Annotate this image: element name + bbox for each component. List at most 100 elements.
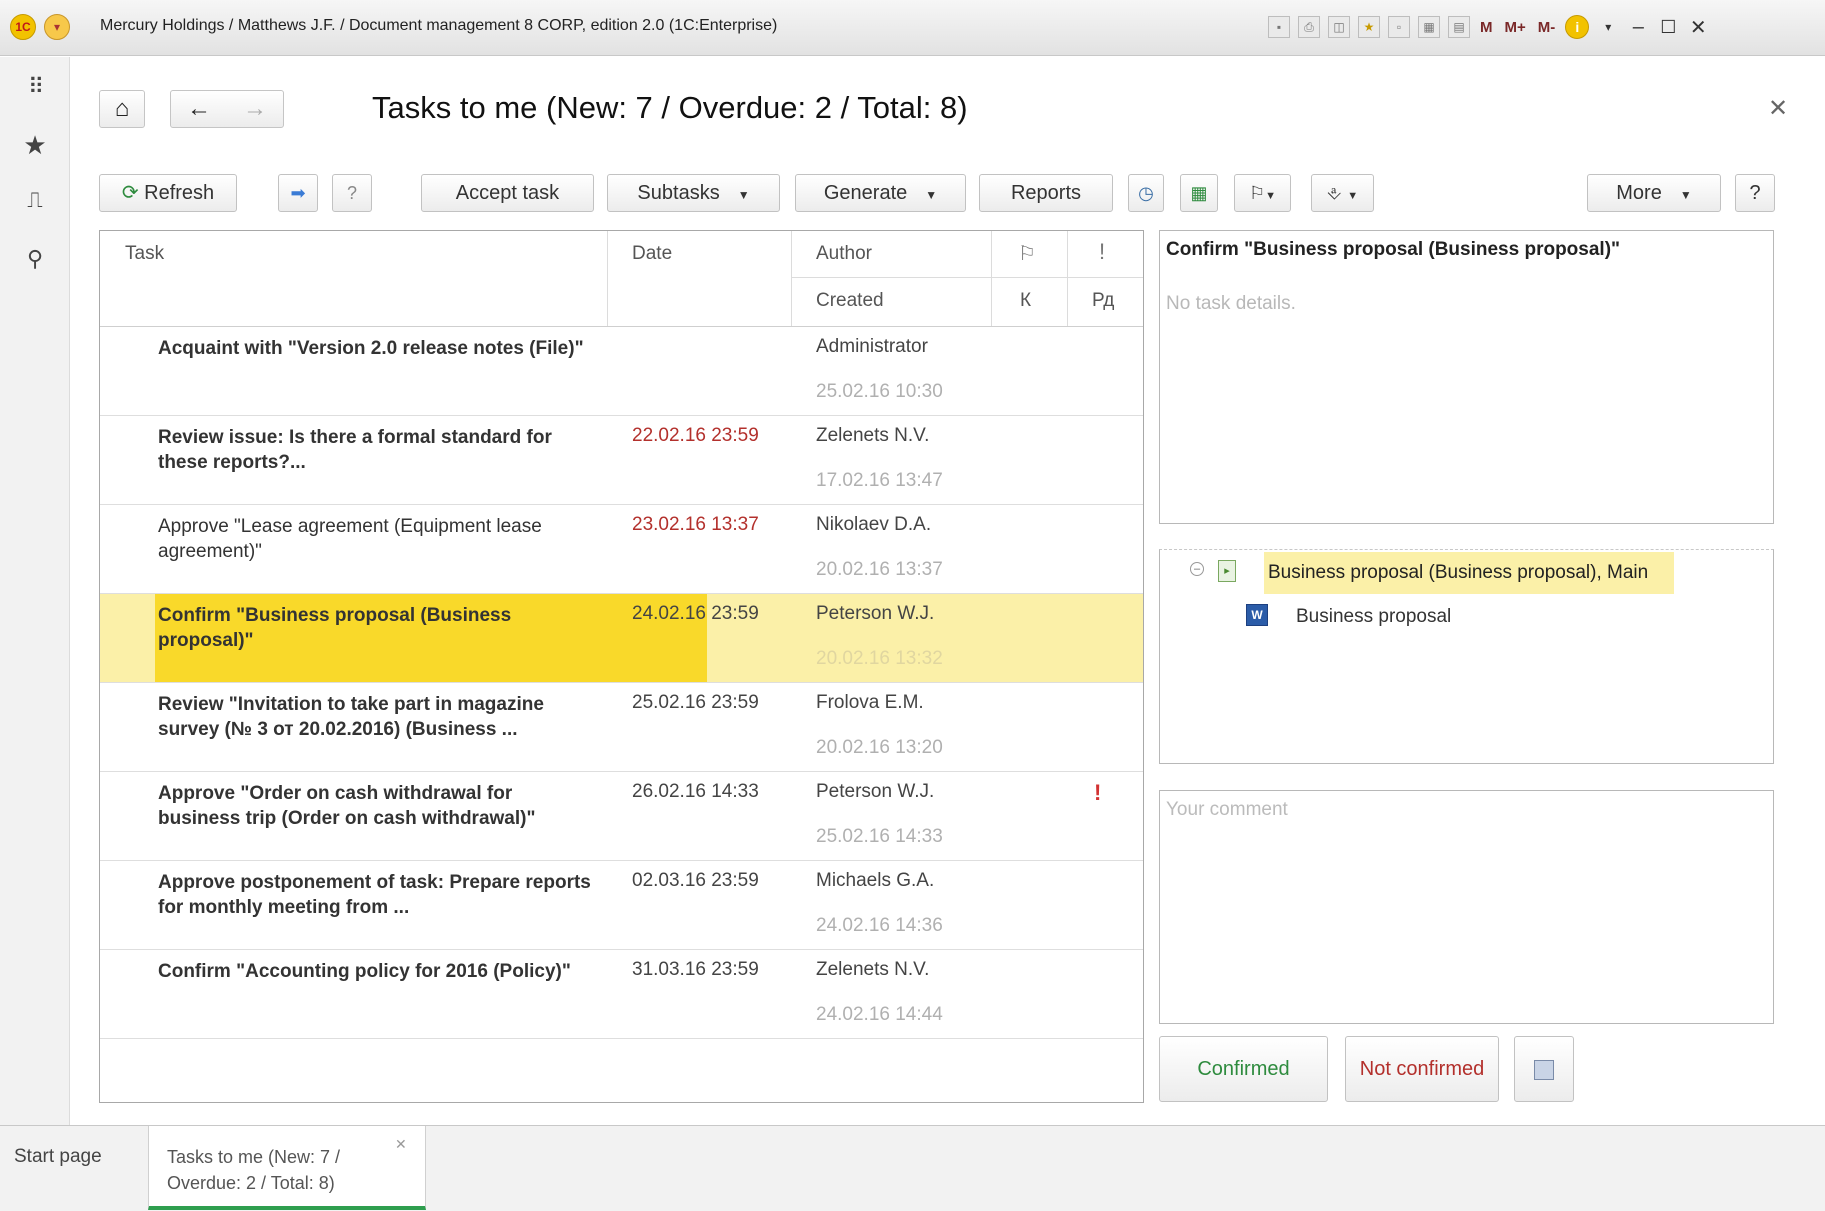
task-author: Zelenets N.V.: [816, 425, 930, 446]
sections-panel: ⠿ ★ ⎍ ⚲: [0, 57, 70, 1125]
preview-icon[interactable]: ◫: [1328, 16, 1350, 38]
task-date: 22.02.16 23:59: [632, 425, 759, 446]
collapse-icon[interactable]: –: [1190, 562, 1204, 576]
info-dropdown-icon[interactable]: ▾: [1597, 20, 1619, 34]
more-button[interactable]: More ▼: [1587, 174, 1721, 212]
all-functions-icon[interactable]: ⠿: [18, 70, 52, 104]
column-header-date[interactable]: Date: [632, 243, 672, 265]
task-author: Peterson W.J.: [816, 781, 935, 802]
save-icon[interactable]: ▪: [1268, 16, 1290, 38]
attachments-tree[interactable]: – ▸ Business proposal (Business proposal…: [1159, 549, 1774, 764]
column-header-author[interactable]: Author: [816, 243, 872, 265]
excel-button[interactable]: ▦: [1180, 174, 1218, 212]
document-icon: ▸: [1218, 560, 1236, 582]
column-header-task[interactable]: Task: [125, 243, 164, 265]
column-header-flag-icon[interactable]: ⚐: [1018, 241, 1036, 266]
history-icon[interactable]: ⎍: [18, 183, 52, 217]
form-close-icon[interactable]: ✕: [1768, 94, 1788, 123]
favorites-icon[interactable]: ★: [1358, 16, 1380, 38]
table-row[interactable]: Confirm "Accounting policy for 2016 (Pol…: [100, 950, 1143, 1039]
tab-start-page[interactable]: Start page: [14, 1146, 102, 1168]
clock-icon: ◷: [1138, 183, 1154, 203]
table-row[interactable]: Approve postponement of task: Prepare re…: [100, 861, 1143, 950]
calendar-icon[interactable]: ▤: [1448, 16, 1470, 38]
column-header-k[interactable]: К: [1020, 290, 1031, 312]
accept-task-button[interactable]: Accept task: [421, 174, 594, 212]
save-comment-button[interactable]: [1514, 1036, 1574, 1102]
forward-button[interactable]: →: [227, 91, 283, 127]
maximize-icon[interactable]: ☐: [1657, 17, 1679, 38]
task-created: 25.02.16 14:33: [816, 826, 943, 847]
window-close-icon[interactable]: ✕: [1687, 15, 1709, 40]
spreadsheet-icon: ▦: [1190, 183, 1208, 203]
chevron-down-icon: ▼: [1265, 190, 1277, 202]
search-icon[interactable]: ⚲: [18, 242, 52, 276]
header-divider: [1067, 231, 1068, 326]
links-icon[interactable]: ▫: [1388, 16, 1410, 38]
task-name: Confirm "Business proposal (Business pro…: [158, 605, 512, 651]
table-row[interactable]: Acquaint with "Version 2.0 release notes…: [100, 327, 1143, 416]
tasks-table[interactable]: Task Date Author Created ⚐ ! К Рд Acquai…: [99, 230, 1144, 1103]
clock-button[interactable]: ◷: [1128, 174, 1164, 212]
refresh-button[interactable]: ⟳ Refresh: [99, 174, 237, 212]
table-row[interactable]: Review "Invitation to take part in magaz…: [100, 683, 1143, 772]
header-divider: [991, 231, 992, 326]
subtasks-button[interactable]: Subtasks ▼: [607, 174, 780, 212]
task-name: Review "Invitation to take part in magaz…: [158, 694, 544, 740]
main-menu-button[interactable]: ▾: [44, 14, 70, 40]
calculator-icon[interactable]: ▦: [1418, 16, 1440, 38]
column-header-rd[interactable]: Рд: [1092, 290, 1114, 312]
forward-task-button[interactable]: ➡: [278, 174, 318, 212]
help-button[interactable]: ?: [1735, 174, 1775, 212]
task-name: Approve "Lease agreement (Equipment leas…: [158, 516, 542, 562]
minimize-icon[interactable]: –: [1627, 16, 1649, 39]
refresh-icon: ⟳: [121, 182, 139, 204]
tab-tasks-to-me[interactable]: Tasks to me (New: 7 / Overdue: 2 / Total…: [148, 1126, 426, 1210]
app-logo-icon: 1С: [10, 14, 36, 40]
favorites-icon[interactable]: ★: [18, 128, 52, 162]
title-bar: 1С ▾ Mercury Holdings / Matthews J.F. / …: [0, 0, 1825, 56]
not-confirmed-button[interactable]: Not confirmed: [1345, 1036, 1499, 1102]
flag-icon: ⚐: [1248, 183, 1266, 203]
task-author: Peterson W.J.: [816, 603, 935, 624]
question-doc-icon: ?: [346, 183, 357, 203]
back-button[interactable]: ←: [171, 91, 227, 127]
chevron-down-icon: ▼: [737, 188, 750, 202]
table-row-selected[interactable]: Confirm "Business proposal (Business pro…: [100, 594, 1143, 683]
table-row[interactable]: Approve "Lease agreement (Equipment leas…: [100, 505, 1143, 594]
flag-button[interactable]: ⚐▼: [1234, 174, 1291, 212]
task-created: 24.02.16 14:44: [816, 1004, 943, 1025]
task-author: Nikolaev D.A.: [816, 514, 932, 535]
tree-item-file[interactable]: Business proposal: [1296, 606, 1451, 628]
attachment-button[interactable]: ⎀ ▼: [1311, 174, 1374, 212]
task-name: Confirm "Accounting policy for 2016 (Pol…: [158, 961, 571, 982]
table-row[interactable]: Review issue: Is there a formal standard…: [100, 416, 1143, 505]
subtasks-label: Subtasks: [637, 182, 720, 204]
generate-button[interactable]: Generate ▼: [795, 174, 966, 212]
column-header-importance-icon[interactable]: !: [1099, 239, 1105, 265]
memory-button-m-minus[interactable]: M-: [1536, 19, 1558, 36]
column-header-created[interactable]: Created: [816, 290, 884, 312]
comment-field[interactable]: Your comment: [1159, 790, 1774, 1024]
home-button[interactable]: ⌂: [100, 91, 144, 127]
memory-button-m[interactable]: M: [1478, 19, 1495, 36]
tree-item-document[interactable]: Business proposal (Business proposal), M…: [1268, 562, 1648, 584]
task-created: 17.02.16 13:47: [816, 470, 943, 491]
table-row[interactable]: Approve "Order on cash withdrawal for bu…: [100, 772, 1143, 861]
confirmed-button[interactable]: Confirmed: [1159, 1036, 1328, 1102]
task-date: 26.02.16 14:33: [632, 781, 759, 802]
memory-button-m-plus[interactable]: M+: [1503, 19, 1528, 36]
reports-button[interactable]: Reports: [979, 174, 1113, 212]
print-icon[interactable]: ⎙: [1298, 16, 1320, 38]
task-details-title: Confirm "Business proposal (Business pro…: [1166, 239, 1621, 260]
high-importance-icon: !: [1094, 780, 1102, 805]
title-toolbar: ▪ ⎙ ◫ ★ ▫ ▦ ▤ M M+ M- i ▾ – ☐ ✕: [1268, 12, 1709, 42]
task-date: 24.02.16 23:59: [632, 603, 759, 624]
save-icon: [1534, 1059, 1554, 1080]
task-info-button[interactable]: ?: [332, 174, 372, 212]
page-title: Tasks to me (New: 7 / Overdue: 2 / Total…: [372, 90, 968, 125]
generate-label: Generate: [823, 182, 908, 204]
task-date: 25.02.16 23:59: [632, 692, 759, 713]
info-icon[interactable]: i: [1565, 15, 1590, 39]
tab-close-icon[interactable]: ✕: [395, 1136, 407, 1153]
